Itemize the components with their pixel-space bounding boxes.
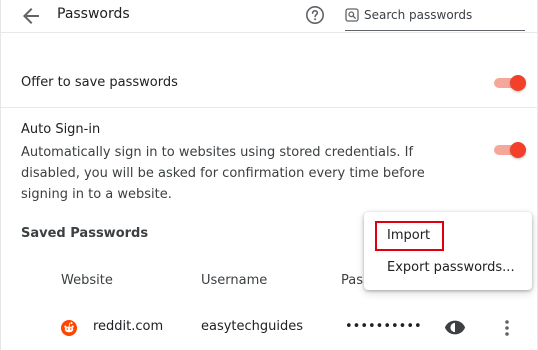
offer-save-label: Offer to save passwords xyxy=(21,75,178,90)
column-header-username: Username xyxy=(201,273,268,288)
more-actions-icon[interactable] xyxy=(499,317,515,339)
settings-divider xyxy=(0,107,537,108)
search-input[interactable] xyxy=(364,6,522,24)
saved-passwords-title: Saved Passwords xyxy=(21,226,149,241)
reddit-logo-icon xyxy=(61,320,77,336)
page-header: Passwords xyxy=(0,0,538,32)
toggle-knob xyxy=(510,75,526,91)
column-header-website: Website xyxy=(61,273,113,288)
menu-item-import-label: Import xyxy=(387,228,431,243)
menu-item-export-label: Export passwords... xyxy=(387,260,515,275)
back-arrow-icon[interactable] xyxy=(19,4,43,28)
header-divider xyxy=(0,32,537,33)
toggle-knob xyxy=(510,142,526,158)
search-field[interactable] xyxy=(345,3,525,31)
menu-item-import[interactable]: Import xyxy=(364,221,532,251)
saved-passwords-menu: Import Export passwords... xyxy=(364,212,532,290)
column-header-password: Pas xyxy=(341,273,363,288)
page-title: Passwords xyxy=(57,6,130,22)
auto-signin-description: Automatically sign in to websites using … xyxy=(21,145,425,202)
username-cell: easytechguides xyxy=(201,319,304,334)
left-border xyxy=(0,0,1,350)
search-icon xyxy=(345,8,359,22)
show-password-eye-icon[interactable] xyxy=(444,318,466,336)
menu-item-export[interactable]: Export passwords... xyxy=(364,253,532,283)
help-icon[interactable] xyxy=(305,5,325,25)
auto-signin-toggle[interactable] xyxy=(494,142,526,158)
offer-save-toggle[interactable] xyxy=(494,75,526,91)
password-cell: •••••••••• xyxy=(345,319,422,334)
website-cell[interactable]: reddit.com xyxy=(93,319,163,334)
auto-signin-label: Auto Sign-in xyxy=(21,122,101,137)
